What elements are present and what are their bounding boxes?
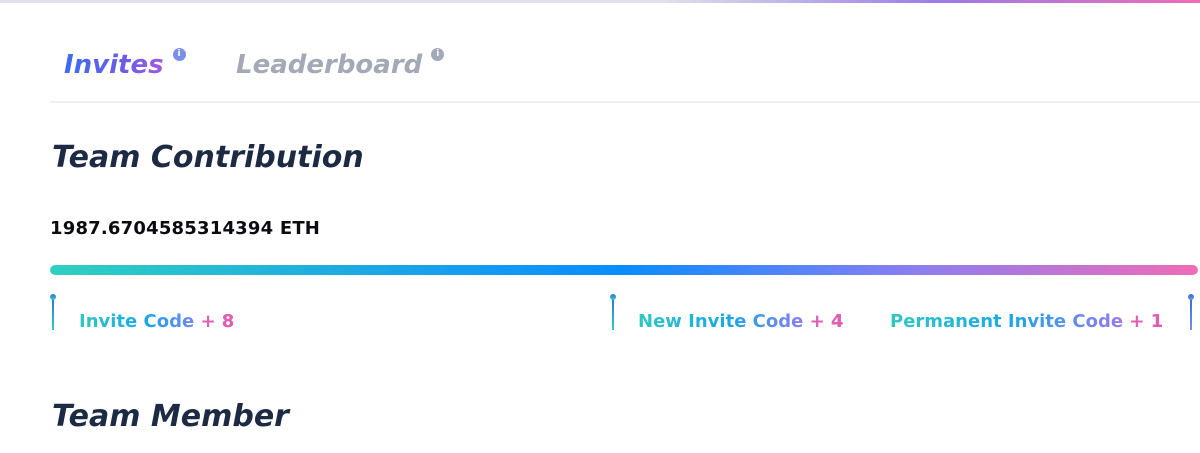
milestone-new-invite-code: New Invite Code + 4 [638,311,844,332]
milestone-label: New Invite Code [638,311,804,332]
team-contribution-title: Team Contribution [52,140,364,175]
tab-invites[interactable]: Invites i [64,48,186,80]
page: Invites i Leaderboard i Team Contributio… [0,0,1200,453]
milestone-label: Permanent Invite Code [890,311,1124,332]
tab-invites-label: Invites [64,50,164,80]
team-contribution-value: 1987.6704585314394 ETH [50,218,321,239]
milestone-bonus: + 1 [1129,311,1164,332]
team-member-title: Team Member [52,399,289,434]
milestone-marker [50,294,56,330]
milestone-bonus: + 4 [809,311,844,332]
contribution-progress-fill [50,265,1198,275]
tab-leaderboard[interactable]: Leaderboard i [236,48,445,80]
tab-leaderboard-label: Leaderboard [236,50,423,80]
milestone-permanent-invite-code: Permanent Invite Code + 1 [890,311,1163,332]
contribution-progress-bar [50,265,1198,275]
milestone-invite-code: Invite Code + 8 [79,311,234,332]
milestone-bonus: + 8 [200,311,235,332]
top-gradient-strip [0,0,1200,3]
milestone-marker [1188,294,1194,330]
milestone-label: Invite Code [79,311,195,332]
info-icon[interactable]: i [431,48,445,61]
info-icon[interactable]: i [172,48,186,61]
tab-bar: Invites i Leaderboard i [50,46,1200,103]
milestone-marker [610,294,616,330]
